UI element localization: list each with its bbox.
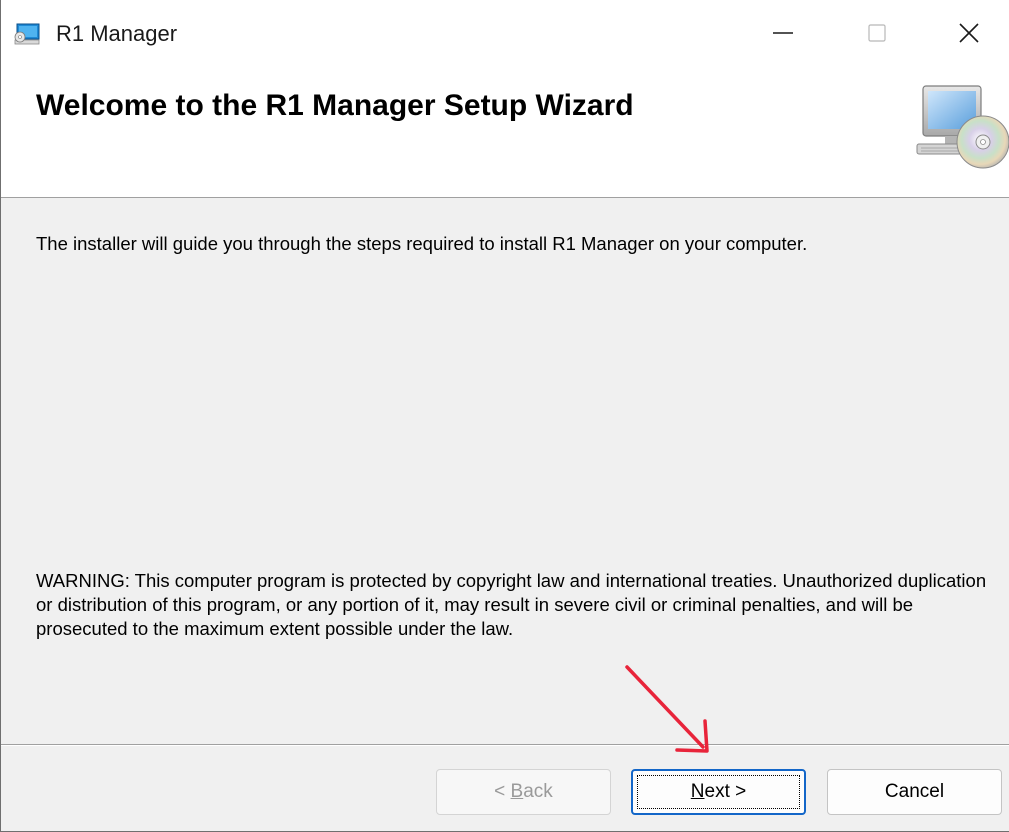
- back-button-prefix: <: [494, 781, 511, 802]
- maximize-icon: [868, 24, 886, 42]
- minimize-icon: [773, 32, 793, 34]
- window-title: R1 Manager: [56, 21, 178, 46]
- close-icon: [959, 23, 979, 43]
- cancel-button-label: Cancel: [884, 781, 945, 802]
- maximize-button[interactable]: [831, 0, 923, 66]
- next-button-label: ext >: [704, 781, 747, 802]
- back-button-mnemonic: B: [510, 781, 524, 802]
- minimize-button[interactable]: [737, 0, 829, 66]
- next-button-mnemonic: N: [690, 781, 705, 802]
- cancel-button[interactable]: Cancel: [827, 769, 1002, 815]
- title-bar[interactable]: R1 Manager: [1, 0, 1009, 66]
- back-button[interactable]: < Back: [436, 769, 611, 815]
- button-area-divider: [1, 744, 1009, 746]
- intro-text: The installer will guide you through the…: [36, 233, 808, 254]
- computer-cd-icon: [916, 85, 1009, 169]
- setup-wizard-window: R1 Manager Welcome to the R1 Manager Set…: [0, 0, 1009, 832]
- close-button[interactable]: [923, 0, 1009, 66]
- wizard-banner: Welcome to the R1 Manager Setup Wizard: [1, 66, 1009, 198]
- installer-icon: [14, 23, 40, 45]
- page-title: Welcome to the R1 Manager Setup Wizard: [36, 89, 634, 122]
- next-button[interactable]: Next >: [631, 769, 806, 815]
- copyright-warning-text: WARNING: This computer program is protec…: [36, 570, 987, 639]
- back-button-label: ack: [523, 781, 553, 802]
